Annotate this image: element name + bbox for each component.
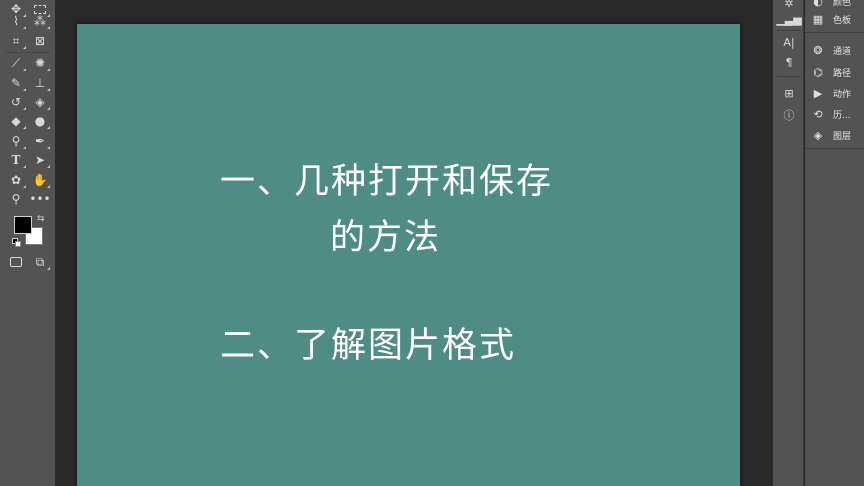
paint-bucket-tool-icon[interactable]: ◆ <box>6 112 26 130</box>
panel-item-swatches[interactable]: ▦ 色板 <box>805 9 864 29</box>
canvas-text-line-3: 二、了解图片格式 <box>220 326 517 366</box>
info-panel-icon[interactable]: ⓘ <box>779 106 799 124</box>
channels-icon: ❂ <box>813 43 823 57</box>
zoom-tool-icon[interactable]: ⚲ <box>6 190 26 208</box>
path-selection-tool-icon[interactable]: ➤ <box>30 151 50 169</box>
color-swatches: ⇆ <box>10 212 50 252</box>
swap-colors-icon[interactable]: ⇆ <box>37 214 45 224</box>
default-colors-icon[interactable] <box>12 238 22 248</box>
pen-tool-icon[interactable]: ✒ <box>30 132 50 150</box>
color-icon: ◐ <box>813 0 823 8</box>
document-workspace: 一、几种打开和保存 的方法 二、了解图片格式 <box>57 0 772 486</box>
character-panel-icon[interactable]: A| <box>779 33 799 51</box>
panel-item-label: 色板 <box>833 15 852 26</box>
properties-panel-icon[interactable]: ⊞ <box>779 84 799 102</box>
dodge-tool-icon[interactable]: ⚲ <box>6 132 26 150</box>
canvas-text-line-2: 的方法 <box>330 218 442 258</box>
panel-item-label: 颜色 <box>833 0 852 8</box>
paths-icon: ⌬ <box>813 65 823 79</box>
brush-tool-icon[interactable]: ✎ <box>6 74 26 92</box>
panel-item-label: 历... <box>833 110 851 121</box>
frame-tool-icon[interactable]: ⊠ <box>30 32 50 50</box>
crop-tool-icon[interactable]: ⌗ <box>6 32 26 50</box>
panel-item-label: 路径 <box>833 68 852 79</box>
panel-item-layers[interactable]: ◈ 图层 <box>805 125 864 145</box>
shape-tool-icon[interactable]: ✿ <box>6 171 26 189</box>
paragraph-panel-icon[interactable]: ¶ <box>779 53 799 71</box>
blur-tool-icon[interactable]: ● <box>30 112 50 130</box>
histogram-icon[interactable]: ▁▃▅ <box>776 10 801 28</box>
panel-item-label: 通道 <box>833 46 852 57</box>
layers-icon: ◈ <box>813 128 823 142</box>
more-tools-icon[interactable]: ••• <box>29 190 50 208</box>
type-tool-icon[interactable]: T <box>6 151 26 169</box>
screen-mode-icon[interactable]: ⧉ <box>30 253 50 271</box>
quick-mask-icon[interactable] <box>6 253 26 271</box>
panel-item-history[interactable]: ⟲ 历... <box>805 104 864 124</box>
clone-stamp-tool-icon[interactable]: ⊥ <box>30 74 50 92</box>
history-brush-tool-icon[interactable]: ↺ <box>6 93 26 111</box>
lasso-tool-icon[interactable]: ⌇ <box>6 12 26 30</box>
quick-selection-tool-icon[interactable]: ⁂ <box>30 12 50 30</box>
tools-panel: ✥ ⌇ ⁂ ⌗ ⊠ ⟋ ✺ ✎ ⊥ ↺ ◈ ◆ ● ⚲ ✒ T ➤ ✿ ✋ ⚲ … <box>0 0 56 486</box>
actions-icon: ▶ <box>813 86 823 100</box>
canvas-text-line-1: 一、几种打开和保存 <box>220 162 554 202</box>
history-icon: ⟲ <box>813 107 823 121</box>
strip-divider <box>777 76 801 77</box>
panel-item-label: 图层 <box>833 131 852 142</box>
collapsed-panels-strip: ✲ ▁▃▅ A| ¶ ⊞ ⓘ <box>772 0 804 486</box>
strip-divider <box>777 30 801 31</box>
toolbar-divider <box>6 52 50 53</box>
panel-divider <box>805 32 864 33</box>
panel-divider <box>805 148 864 149</box>
document-canvas[interactable]: 一、几种打开和保存 的方法 二、了解图片格式 <box>77 24 740 486</box>
healing-brush-tool-icon[interactable]: ✺ <box>30 54 50 72</box>
panel-item-paths[interactable]: ⌬ 路径 <box>805 62 864 82</box>
panel-item-label: 动作 <box>833 89 852 100</box>
panels-list: ◐ 颜色 ▦ 色板 ❂ 通道 ⌬ 路径 ▶ 动作 ⟲ 历... ◈ 图层 <box>805 0 864 486</box>
hand-tool-icon[interactable]: ✋ <box>30 171 50 189</box>
swatches-icon: ▦ <box>812 12 824 26</box>
eraser-tool-icon[interactable]: ◈ <box>30 93 50 111</box>
eyedropper-tool-icon[interactable]: ⟋ <box>6 54 26 72</box>
foreground-color-swatch[interactable] <box>14 216 32 234</box>
panel-item-actions[interactable]: ▶ 动作 <box>805 83 864 103</box>
panel-item-channels[interactable]: ❂ 通道 <box>805 40 864 60</box>
